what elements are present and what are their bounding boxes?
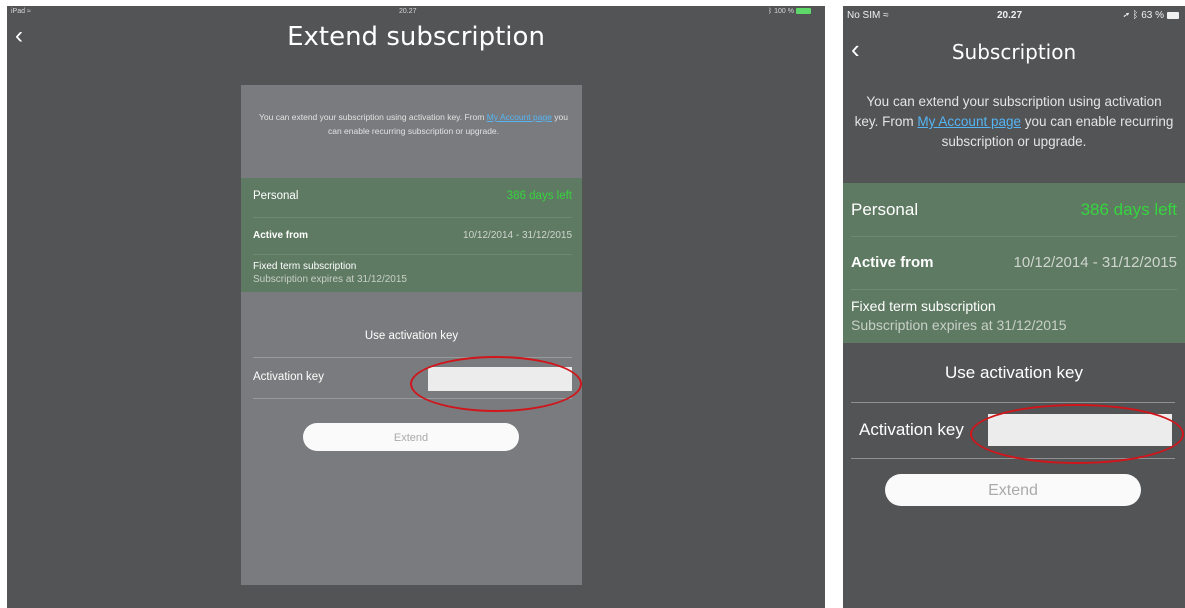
status-bar: iPad ≈ 20.27 ᛒ 100 % [7,6,825,22]
my-account-link[interactable]: My Account page [917,114,1021,129]
status-time: 20.27 [997,10,1023,21]
plan-name: Personal [253,190,299,202]
days-left: 386 days left [1080,200,1177,219]
my-account-link[interactable]: My Account page [487,112,552,122]
subscription-card: You can extend your subscription using a… [241,85,582,585]
plan-panel: Personal 386 days left Active from 10/12… [843,183,1185,343]
active-range: 10/12/2014 - 31/12/2015 [463,230,572,241]
activation-key-label: Activation key [859,420,964,439]
bluetooth-icon: ᛒ [1132,10,1139,21]
expiry-text: Subscription expires at 31/12/2015 [851,317,1067,333]
divider [851,402,1175,403]
divider [253,357,572,358]
term-row: Fixed term subscription Subscription exp… [851,289,1177,343]
iphone-screen: No SIM ≈ 20.27 ➚ ᛒ 63 % ‹ Subscription Y… [843,6,1185,608]
active-from-row: Active from 10/12/2014 - 31/12/2015 [851,236,1177,290]
divider [851,458,1175,459]
subscription-type: Fixed term subscription [253,261,357,272]
activation-key-label: Activation key [253,371,324,383]
battery-status: ➚ ᛒ 63 % [1124,10,1179,21]
active-from-label: Active from [253,230,309,241]
extend-button[interactable]: Extend [885,474,1141,506]
location-arrow-icon: ➚ [1123,10,1130,21]
status-bar: No SIM ≈ 20.27 ➚ ᛒ 63 % [843,6,1185,26]
info-text: You can extend your subscription using a… [258,112,569,136]
days-left: 386 days left [506,190,572,202]
carrier-label: No SIM ≈ [847,10,889,21]
ipad-screen: iPad ≈ 20.27 ᛒ 100 % ‹ Extend subscripti… [7,6,825,608]
battery-icon [796,8,811,15]
activation-key-input[interactable] [428,367,572,391]
active-from-label: Active from [851,254,934,271]
status-time: 20.27 [399,8,417,15]
carrier-label: iPad ≈ [11,8,31,15]
divider [253,398,572,399]
term-row: Fixed term subscription Subscription exp… [253,254,572,292]
plan-name: Personal [851,200,919,219]
page-title: Subscription [951,40,1077,64]
plan-panel: Personal 386 days left Active from 10/12… [241,178,582,292]
active-from-row: Active from 10/12/2014 - 31/12/2015 [253,217,572,255]
bluetooth-icon: ᛒ [767,8,773,15]
battery-icon [1167,11,1179,19]
wifi-icon: ≈ [26,8,31,15]
plan-row: Personal 386 days left [851,183,1177,237]
battery-status: ᛒ 100 % [768,8,811,15]
active-range: 10/12/2014 - 31/12/2015 [1013,254,1177,271]
expiry-text: Subscription expires at 31/12/2015 [253,274,407,285]
extend-button[interactable]: Extend [303,423,519,451]
info-text: You can extend your subscription using a… [854,94,1174,149]
plan-row: Personal 386 days left [253,178,572,218]
use-key-heading: Use activation key [945,363,1083,382]
use-key-heading: Use activation key [364,330,459,342]
subscription-type: Fixed term subscription [851,298,996,314]
activation-key-input[interactable] [988,414,1172,446]
wifi-icon: ≈ [883,10,889,21]
page-title: Extend subscription [287,22,545,52]
